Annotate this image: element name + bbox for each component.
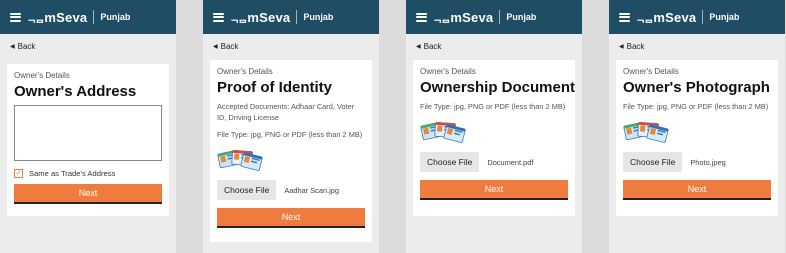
app-bar: ᆨᆷ mSeva Punjab xyxy=(406,0,582,34)
divider xyxy=(93,10,95,24)
selected-file-name: Aadhar Scan.jpg xyxy=(284,185,340,195)
divider xyxy=(296,10,298,24)
app-bar: ᆨᆷ mSeva Punjab xyxy=(0,0,176,34)
file-picker: Choose File Aadhar Scan.jpg xyxy=(217,180,365,200)
app-brand: mSeva xyxy=(653,9,697,25)
section-subtitle: Owner's Details xyxy=(14,71,70,80)
file-picker: Choose File Photo.jpeg xyxy=(623,152,771,172)
app-bar: ᆨᆷ mSeva Punjab xyxy=(203,0,379,34)
address-textarea[interactable] xyxy=(14,105,162,161)
choose-file-button[interactable]: Choose File xyxy=(420,152,480,172)
choose-file-button[interactable]: Choose File xyxy=(217,180,277,200)
back-link[interactable]: ◀ Back xyxy=(609,34,785,58)
section-subtitle: Owner's Details xyxy=(420,67,476,76)
next-button[interactable]: Next xyxy=(623,180,771,200)
back-label: Back xyxy=(17,41,36,51)
document-cards-icon xyxy=(420,121,466,143)
screen-owner-photograph: ᆨᆷ mSeva Punjab ◀ Back Owner's Details O… xyxy=(609,0,785,253)
selected-file-name: Document.pdf xyxy=(487,157,534,167)
document-cards-icon xyxy=(623,121,669,143)
file-type-info: File Type: jpg, PNG or PDF (less than 2 … xyxy=(623,102,769,111)
form-card: Owner's Details Owner's Address ✓ Same a… xyxy=(7,64,169,216)
same-address-option[interactable]: ✓ Same as Trade's Address xyxy=(14,169,162,178)
menu-icon[interactable] xyxy=(213,12,224,22)
app-brand: mSeva xyxy=(450,9,494,25)
back-link[interactable]: ◀ Back xyxy=(203,34,379,58)
page-title: Proof of Identity xyxy=(217,79,332,96)
menu-icon[interactable] xyxy=(416,12,427,22)
file-type-info: File Type: jpg, PNG or PDF (less than 2 … xyxy=(217,130,363,139)
mseva-logo-icon: ᆨᆷ xyxy=(230,13,247,25)
accepted-documents: Accepted Documents: Adhaar Card, Voter I… xyxy=(217,102,355,122)
app-brand: mSeva xyxy=(247,9,291,25)
mseva-logo-icon: ᆨᆷ xyxy=(636,13,653,25)
same-address-checkbox[interactable]: ✓ xyxy=(14,169,23,178)
menu-icon[interactable] xyxy=(619,12,630,22)
app-bar: ᆨᆷ mSeva Punjab xyxy=(609,0,785,34)
section-subtitle: Owner's Details xyxy=(623,67,679,76)
page-title: Ownership Document xyxy=(420,79,576,96)
divider xyxy=(702,10,704,24)
app-state: Punjab xyxy=(506,12,537,22)
page-title: Owner's Photograph xyxy=(623,79,770,96)
screen-proof-of-identity: ᆨᆷ mSeva Punjab ◀ Back Owner's Details P… xyxy=(203,0,379,253)
checkbox-label: Same as Trade's Address xyxy=(29,169,116,178)
app-state: Punjab xyxy=(100,12,131,22)
next-button[interactable]: Next xyxy=(420,180,568,200)
menu-icon[interactable] xyxy=(10,12,21,22)
form-card: Owner's Details Owner's Photograph File … xyxy=(616,60,778,216)
form-card: Owner's Details Ownership Document File … xyxy=(413,60,575,216)
back-link[interactable]: ◀ Back xyxy=(406,34,582,58)
page-title: Owner's Address xyxy=(14,83,137,100)
app-state: Punjab xyxy=(709,12,740,22)
screen-owner-address: ᆨᆷ mSeva Punjab ◀ Back Owner's Details O… xyxy=(0,0,176,253)
back-link[interactable]: ◀ Back xyxy=(0,34,176,58)
app-brand: mSeva xyxy=(44,9,88,25)
back-label: Back xyxy=(423,41,442,51)
checkmark-icon: ✓ xyxy=(15,170,22,177)
form-card: Owner's Details Proof of Identity Accept… xyxy=(210,60,372,242)
file-type-info: File Type: jpg, PNG or PDF (less than 2 … xyxy=(420,102,566,111)
screen-ownership-document: ᆨᆷ mSeva Punjab ◀ Back Owner's Details O… xyxy=(406,0,582,253)
back-arrow-icon: ◀ xyxy=(619,43,624,50)
section-subtitle: Owner's Details xyxy=(217,67,273,76)
next-button[interactable]: Next xyxy=(14,184,162,204)
mseva-logo-icon: ᆨᆷ xyxy=(433,13,450,25)
back-label: Back xyxy=(220,41,239,51)
back-arrow-icon: ◀ xyxy=(213,43,218,50)
app-state: Punjab xyxy=(303,12,334,22)
back-label: Back xyxy=(626,41,645,51)
selected-file-name: Photo.jpeg xyxy=(690,157,726,167)
back-arrow-icon: ◀ xyxy=(416,43,421,50)
file-picker: Choose File Document.pdf xyxy=(420,152,568,172)
next-button[interactable]: Next xyxy=(217,208,365,228)
mseva-logo-icon: ᆨᆷ xyxy=(27,13,44,25)
document-cards-icon xyxy=(217,149,263,171)
back-arrow-icon: ◀ xyxy=(10,43,15,50)
choose-file-button[interactable]: Choose File xyxy=(623,152,683,172)
divider xyxy=(499,10,501,24)
